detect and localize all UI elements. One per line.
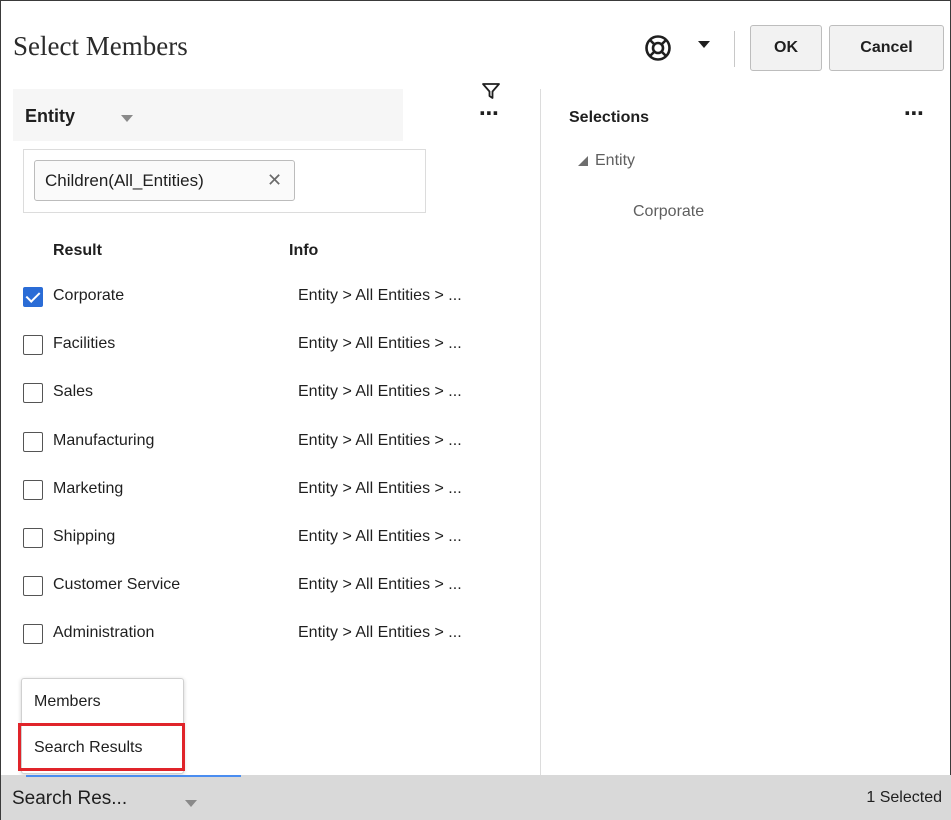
help-dropdown-caret-icon[interactable] — [698, 41, 710, 48]
checkbox[interactable] — [23, 479, 43, 500]
list-item-name: Manufacturing — [53, 431, 155, 449]
list-item-name: Customer Service — [53, 576, 181, 594]
list-item-info: Entity > All Entities > ... — [298, 287, 462, 304]
filter-icon[interactable] — [481, 81, 501, 101]
checkbox[interactable] — [23, 287, 43, 307]
ok-button[interactable]: OK — [750, 25, 822, 71]
checkbox[interactable] — [23, 576, 43, 597]
list-item[interactable]: Corporate Entity > All Entities > ... — [1, 273, 540, 321]
list-item-info: Entity > All Entities > ... — [298, 624, 462, 642]
view-select[interactable]: Search Res... — [12, 788, 127, 810]
highlight-box — [18, 723, 185, 771]
list-item[interactable]: Administration Entity > All Entities > .… — [1, 610, 540, 658]
tree-collapse-icon[interactable] — [578, 156, 588, 166]
view-select-focus-underline — [26, 775, 241, 777]
list-item-info: Entity > All Entities > ... — [298, 383, 462, 401]
list-item-name: Facilities — [53, 335, 116, 353]
column-header-result[interactable]: Result — [53, 242, 102, 260]
results-list: Corporate Entity > All Entities > ... Fa… — [1, 273, 540, 659]
close-icon[interactable]: ✕ — [267, 170, 282, 191]
dimension-caret-icon — [121, 115, 133, 122]
menu-item-members[interactable]: Members — [34, 693, 101, 711]
list-item-name: Sales — [53, 383, 94, 401]
help-lifebuoy-icon[interactable] — [644, 34, 672, 62]
more-icon[interactable]: ⋯ — [904, 101, 925, 126]
cancel-button[interactable]: Cancel — [829, 25, 944, 71]
dimension-label: Entity — [25, 106, 76, 126]
select-members-dialog: Select Members OK Cancel Entity ⋯ Childr… — [0, 0, 951, 820]
checkbox[interactable] — [23, 431, 43, 452]
list-item[interactable]: Customer Service Entity > All Entities >… — [1, 562, 540, 610]
list-item-info: Entity > All Entities > ... — [298, 431, 462, 449]
list-item-name: Marketing — [53, 479, 124, 497]
list-item[interactable]: Marketing Entity > All Entities > ... — [1, 466, 540, 514]
list-item-info: Entity > All Entities > ... — [298, 479, 462, 497]
list-item[interactable]: Shipping Entity > All Entities > ... — [1, 514, 540, 562]
search-input[interactable]: Children(All_Entities) ✕ — [23, 149, 426, 213]
checkbox[interactable] — [23, 335, 43, 356]
list-item-name: Shipping — [53, 527, 116, 545]
list-item-info: Entity > All Entities > ... — [298, 576, 462, 594]
chevron-down-icon[interactable] — [185, 800, 197, 807]
tree-node-entity[interactable]: Entity — [595, 152, 635, 170]
tree-node-corporate[interactable]: Corporate — [633, 203, 704, 221]
list-item[interactable]: Facilities Entity > All Entities > ... — [1, 321, 540, 369]
checkbox[interactable] — [23, 383, 43, 404]
selected-count: 1 Selected — [866, 789, 942, 806]
panel-divider — [540, 89, 541, 775]
status-bar — [1, 775, 951, 820]
dimension-selector[interactable]: Entity — [13, 89, 403, 141]
list-item-info: Entity > All Entities > ... — [298, 527, 462, 545]
selections-title: Selections — [569, 109, 650, 126]
checkbox[interactable] — [23, 624, 43, 645]
list-item[interactable]: Sales Entity > All Entities > ... — [1, 369, 540, 417]
list-item-info: Entity > All Entities > ... — [298, 335, 462, 353]
column-header-info[interactable]: Info — [289, 242, 318, 260]
checkbox[interactable] — [23, 527, 43, 548]
search-chip-label: Children(All_Entities) — [45, 171, 204, 190]
list-item[interactable]: Manufacturing Entity > All Entities > ..… — [1, 418, 540, 466]
header-divider — [734, 31, 735, 67]
more-icon[interactable]: ⋯ — [479, 101, 500, 126]
list-item-name: Corporate — [53, 287, 125, 304]
list-item-name: Administration — [53, 624, 155, 642]
dialog-title: Select Members — [13, 31, 188, 61]
search-chip: Children(All_Entities) ✕ — [34, 160, 295, 201]
